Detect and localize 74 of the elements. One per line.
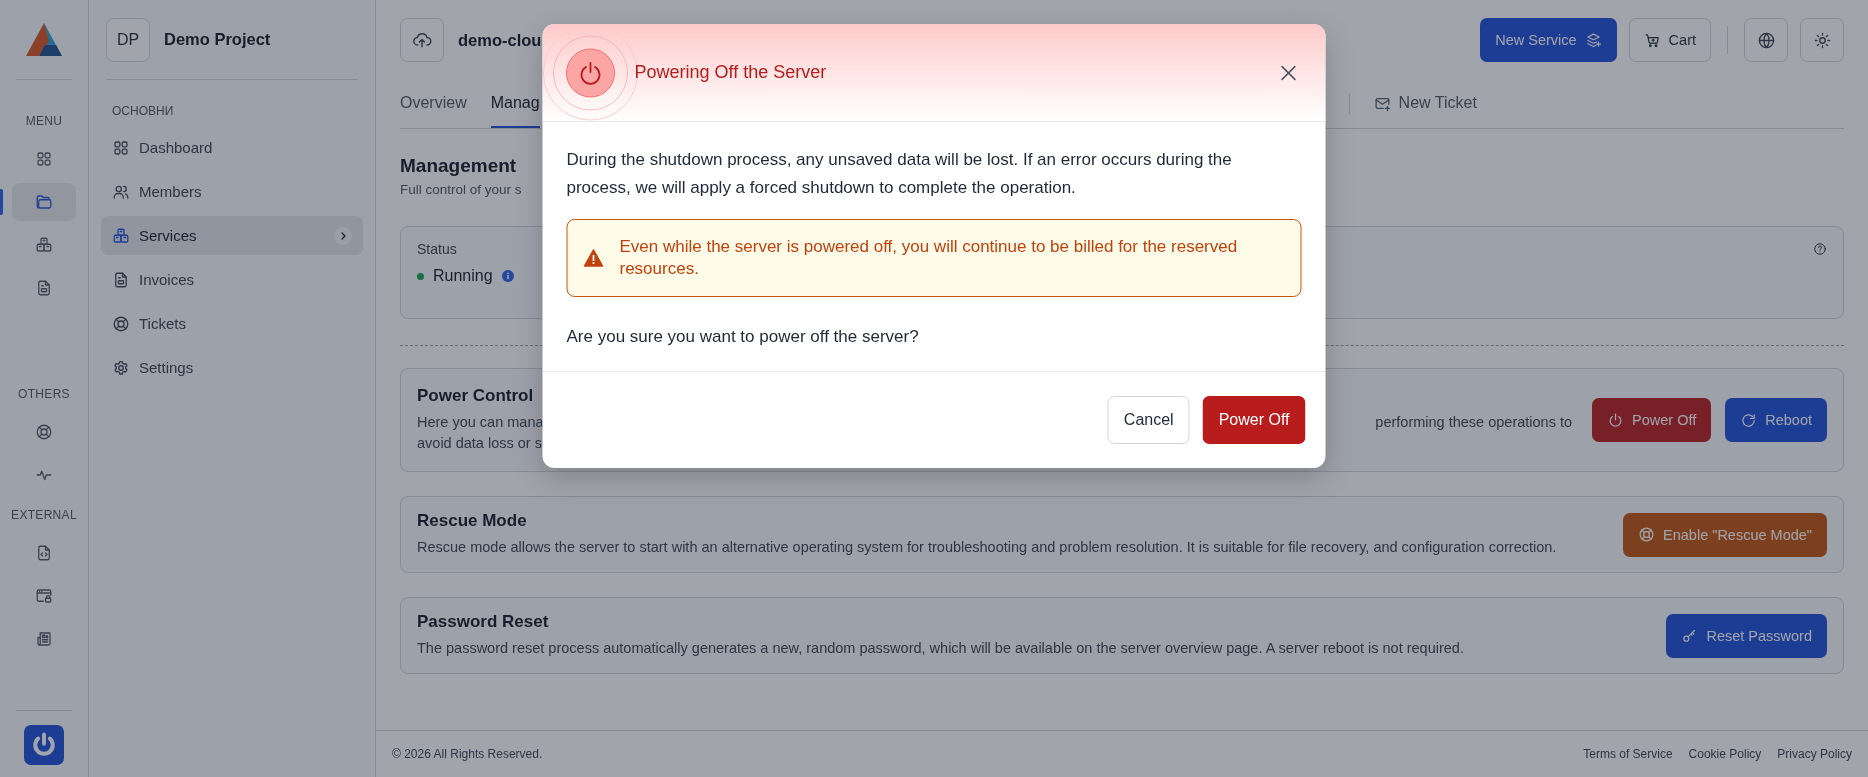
card-description: avoid data loss or s	[417, 434, 543, 453]
card-description: Rescue mode allows the server to start with an alternative operating system for troubleshooting and problem resolution. It is suitable for file recovery, and configuration correction.	[417, 538, 1558, 557]
rail-section-label: EXTERNAL	[11, 508, 77, 522]
project-initials-badge: DP	[106, 17, 150, 62]
info-icon	[501, 270, 514, 282]
cloud-upload-button[interactable]	[400, 18, 444, 62]
dialog-question: Are you sure you want to power off the server?	[566, 327, 920, 347]
newspaper-icon	[35, 630, 53, 648]
confirm-button[interactable]: Power Off	[1202, 396, 1306, 444]
grid-icon	[35, 150, 53, 168]
rail-button[interactable]	[12, 183, 76, 221]
card-description: Here you can mana	[417, 413, 544, 432]
help-icon	[1813, 242, 1827, 256]
grid-icon	[112, 138, 130, 157]
server-title: demo-clou	[458, 30, 542, 50]
cart-icon	[1643, 31, 1661, 49]
theme-toggle-button[interactable]	[1800, 18, 1844, 62]
card-title: Password Reset	[417, 612, 550, 632]
gear-icon	[112, 358, 130, 377]
triangle-logo	[25, 22, 63, 58]
footer-link[interactable]: Cookie Policy	[1688, 747, 1762, 761]
status-label: Status	[417, 241, 457, 257]
card-description: The password reset process automatically generates a new, random password, which will be available on the server overview page. A server reboot is not required.	[417, 639, 1465, 658]
sidebar-item[interactable]: Dashboard	[101, 128, 363, 167]
status-value: Running	[433, 267, 493, 285]
action-button[interactable]: Reset Password	[1666, 613, 1827, 658]
footer-link[interactable]: Terms of Service	[1583, 747, 1673, 761]
document-icon	[35, 279, 53, 297]
browser-lock-icon	[35, 587, 53, 605]
section-title: Management	[400, 155, 517, 177]
code-file-icon	[35, 544, 53, 562]
folder-icon	[35, 193, 53, 211]
power-app-icon[interactable]	[24, 725, 64, 765]
action-button[interactable]: Enable "Rescue Mode"	[1623, 512, 1827, 557]
sidebar-item[interactable]: Services	[101, 216, 363, 255]
lifebuoy-icon	[1638, 526, 1656, 543]
tab[interactable]: Overview	[400, 80, 467, 128]
chevron-icon	[334, 226, 352, 245]
card-title: Power Control	[417, 386, 535, 406]
action-button[interactable]: Power Off	[1592, 398, 1712, 442]
dialog-title: Powering Off the Server	[634, 62, 828, 83]
sidebar-item[interactable]: Tickets	[101, 304, 363, 343]
section-subtitle: Full control of your s	[400, 182, 522, 197]
new-ticket-tab[interactable]: New Ticket	[1373, 80, 1477, 128]
reboot-icon	[1740, 411, 1758, 429]
alert-text: Even while the server is powered off, you will continue to be billed for the reserved resources.	[619, 236, 1239, 280]
rail-section-label: MENU	[25, 114, 63, 128]
card-description: performing these operations to	[1375, 413, 1573, 432]
language-button[interactable]	[1744, 18, 1788, 62]
rail-section-label: OTHERS	[18, 387, 70, 401]
globe-icon	[1756, 30, 1776, 50]
lifebuoy-icon	[112, 314, 130, 333]
sidebar-item[interactable]: Members	[101, 172, 363, 211]
sidebar-item[interactable]: Invoices	[101, 260, 363, 299]
cancel-button[interactable]: Cancel	[1107, 396, 1190, 444]
cart-button[interactable]: Cart	[1628, 18, 1711, 62]
dialog-message: During the shutdown process, any unsaved data will be lost. If an error occurs during the process, we will apply a forced shutdown to complete the operation.	[566, 149, 1233, 199]
footer-link[interactable]: Privacy Policy	[1777, 747, 1852, 761]
lifebuoy-icon	[35, 423, 53, 441]
warning-icon	[583, 249, 604, 267]
sidebar-item[interactable]: Settings	[101, 348, 363, 387]
cloud-upload-icon	[412, 30, 432, 50]
document-icon	[112, 270, 130, 289]
action-button[interactable]: Reboot	[1725, 398, 1827, 442]
boxes-icon	[35, 236, 53, 254]
tab[interactable]: Manag	[490, 80, 540, 128]
new-service-button[interactable]: New Service	[1480, 18, 1617, 62]
boxes-icon	[112, 226, 130, 245]
card-title: Rescue Mode	[417, 511, 528, 531]
layers-plus-icon	[1584, 31, 1602, 49]
project-name: Demo Project	[164, 30, 271, 49]
group-label: ОСНОВНИ	[112, 104, 175, 118]
sun-icon	[1812, 30, 1832, 50]
copyright-text: © 2026 All Rights Reserved.	[392, 747, 543, 761]
